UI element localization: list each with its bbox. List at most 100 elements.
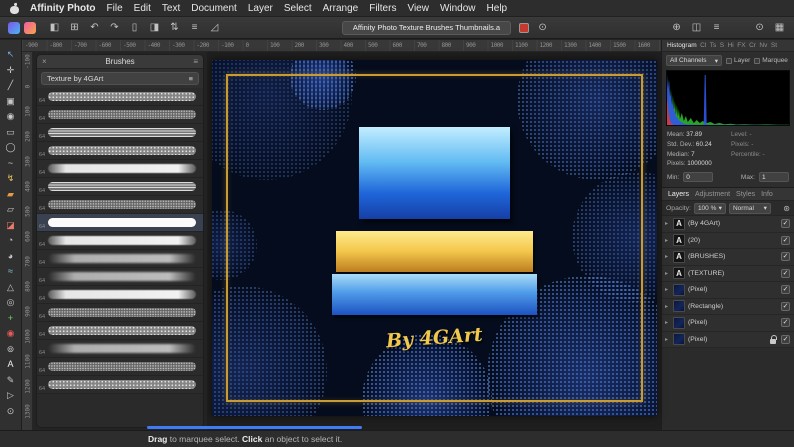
studio-tab-cl[interactable]: Cl (700, 42, 706, 49)
flood-select-tool[interactable]: ↯ (0, 172, 21, 186)
layer-row[interactable]: ▸(Pixel)✓ (662, 315, 794, 332)
move-tool[interactable]: ↖ (0, 48, 21, 62)
rect-marquee-tool[interactable]: ▭ (0, 126, 21, 140)
expand-chevron-icon[interactable]: ▸ (665, 303, 670, 310)
align-icon[interactable]: ≡ (188, 22, 201, 33)
brush-item[interactable]: 64 (37, 142, 203, 160)
current-color-swatch[interactable] (519, 23, 529, 33)
studio-tab-cr[interactable]: Cr (749, 42, 756, 49)
tab-info[interactable]: Info (761, 191, 773, 198)
studio-tab-s[interactable]: S (720, 42, 724, 49)
horizontal-scrollbar[interactable] (147, 426, 362, 429)
brush-category-dropdown[interactable]: Texture by 4GArt ≡ (41, 72, 199, 85)
snapping-icon[interactable]: ⊕ (670, 22, 683, 33)
tab-styles[interactable]: Styles (736, 191, 755, 198)
expand-chevron-icon[interactable]: ▸ (665, 319, 670, 326)
panel-menu-icon[interactable]: ≡ (193, 57, 198, 66)
layer-visibility-checkbox[interactable]: ✓ (781, 302, 790, 311)
split-view-icon[interactable]: ◫ (690, 22, 703, 33)
layer-visibility-checkbox[interactable]: ✓ (781, 285, 790, 294)
studio-tab-histogram[interactable]: Histogram (667, 42, 697, 49)
layer-visibility-checkbox[interactable]: ✓ (781, 318, 790, 327)
blend-mode-dropdown[interactable]: Normal ▾ (729, 203, 771, 214)
brush-item[interactable]: 64 (37, 160, 203, 178)
expand-chevron-icon[interactable]: ▸ (665, 220, 670, 227)
node-tool[interactable]: ▷ (0, 389, 21, 403)
expand-chevron-icon[interactable]: ▸ (665, 336, 670, 343)
color-profile-icon[interactable]: ◧ (48, 22, 61, 33)
max-input[interactable] (759, 172, 789, 182)
apple-menu-icon[interactable] (10, 3, 19, 14)
erase-tool[interactable]: ◪ (0, 219, 21, 233)
marquee-toggle[interactable]: Marquee (754, 57, 788, 64)
color-picker-tool[interactable]: ╱ (0, 79, 21, 93)
menu-arrange[interactable]: Arrange (323, 3, 359, 14)
studio-tab-nv[interactable]: Nv (759, 42, 767, 49)
menu-filters[interactable]: Filters (369, 3, 396, 14)
crop-tool[interactable]: ▣ (0, 95, 21, 109)
studio-tab-ts[interactable]: Ts (710, 42, 717, 49)
redo-icon[interactable]: ↷ (108, 22, 121, 33)
layer-visibility-checkbox[interactable]: ✓ (781, 252, 790, 261)
canvas-viewport[interactable]: 20 TEXTURE BRUSHES By 4GArt (207, 52, 661, 430)
layer-row[interactable]: ▸A(BRUSHES)✓ (662, 249, 794, 266)
brush-item[interactable]: 64 (37, 124, 203, 142)
text-tool[interactable]: A (0, 358, 21, 372)
brush-item[interactable]: 64 (37, 340, 203, 358)
menu-layer[interactable]: Layer (248, 3, 273, 14)
menu-file[interactable]: File (107, 3, 123, 14)
layer-visibility-checkbox[interactable]: ✓ (781, 269, 790, 278)
brush-item[interactable]: 64 (37, 358, 203, 376)
pixel-tool[interactable]: ▱ (0, 203, 21, 217)
brush-item[interactable]: 64 (37, 214, 203, 232)
brush-item[interactable]: 64 (37, 88, 203, 106)
studio-tab-hi[interactable]: Hi (728, 42, 734, 49)
tab-layers[interactable]: Layers (668, 191, 689, 198)
layer-row[interactable]: ▸(Rectangle)✓ (662, 299, 794, 316)
brush-item[interactable]: 64 (37, 322, 203, 340)
layer-row[interactable]: ▸A(20)✓ (662, 233, 794, 250)
dodge-tool[interactable]: ◔ (0, 234, 21, 248)
selection-brush-tool[interactable]: ◉ (0, 110, 21, 124)
expand-chevron-icon[interactable]: ▸ (665, 286, 670, 293)
layer-row[interactable]: ▸A(TEXTURE)✓ (662, 266, 794, 283)
close-icon[interactable]: × (42, 57, 47, 66)
document-tab[interactable]: Affinity Photo Texture Brushes Thumbnail… (342, 21, 511, 35)
expand-chevron-icon[interactable]: ▸ (665, 270, 670, 277)
brush-item[interactable]: 64 (37, 268, 203, 286)
hamburger-menu-icon[interactable]: ≡ (710, 22, 723, 33)
red-eye-tool[interactable]: ◉ (0, 327, 21, 341)
paint-brush-tool[interactable]: ▰ (0, 188, 21, 202)
layer-row[interactable]: ▸(Pixel)✓ (662, 332, 794, 349)
gear-icon[interactable]: ⊛ (783, 204, 790, 213)
inpainting-tool[interactable]: ⊚ (0, 343, 21, 357)
freehand-select-tool[interactable]: ~ (0, 157, 21, 171)
min-input[interactable] (683, 172, 713, 182)
burn-tool[interactable]: ◕ (0, 250, 21, 264)
brush-item[interactable]: 64 (37, 232, 203, 250)
brush-item[interactable]: 64 (37, 196, 203, 214)
brush-item[interactable]: 64 (37, 286, 203, 304)
transform-icon[interactable]: ◿ (208, 22, 221, 33)
opacity-dropdown[interactable]: 100 % ▾ (694, 203, 726, 214)
clipboard-icon[interactable]: ▯ (128, 22, 141, 33)
expand-chevron-icon[interactable]: ▸ (665, 253, 670, 260)
brush-item[interactable]: 64 (37, 376, 203, 394)
pen-tool[interactable]: ✎ (0, 374, 21, 388)
liquify-persona[interactable] (24, 22, 36, 34)
studio-tab-st[interactable]: St (771, 42, 777, 49)
layer-visibility-checkbox[interactable]: ✓ (781, 236, 790, 245)
swatch-icon[interactable]: ◨ (148, 22, 161, 33)
menu-text[interactable]: Text (162, 3, 180, 14)
app-menu[interactable]: Affinity Photo (30, 3, 96, 14)
menu-help[interactable]: Help (487, 3, 508, 14)
brush-item[interactable]: 64 (37, 106, 203, 124)
clone-tool[interactable]: ◎ (0, 296, 21, 310)
sharpen-tool[interactable]: △ (0, 281, 21, 295)
menu-window[interactable]: Window (440, 3, 476, 14)
brush-item[interactable]: 64 (37, 250, 203, 268)
layer-visibility-checkbox[interactable]: ✓ (781, 335, 790, 344)
layer-visibility-checkbox[interactable]: ✓ (781, 219, 790, 228)
photo-persona[interactable] (8, 22, 20, 34)
assistant-icon[interactable]: ⊙ (536, 22, 549, 33)
